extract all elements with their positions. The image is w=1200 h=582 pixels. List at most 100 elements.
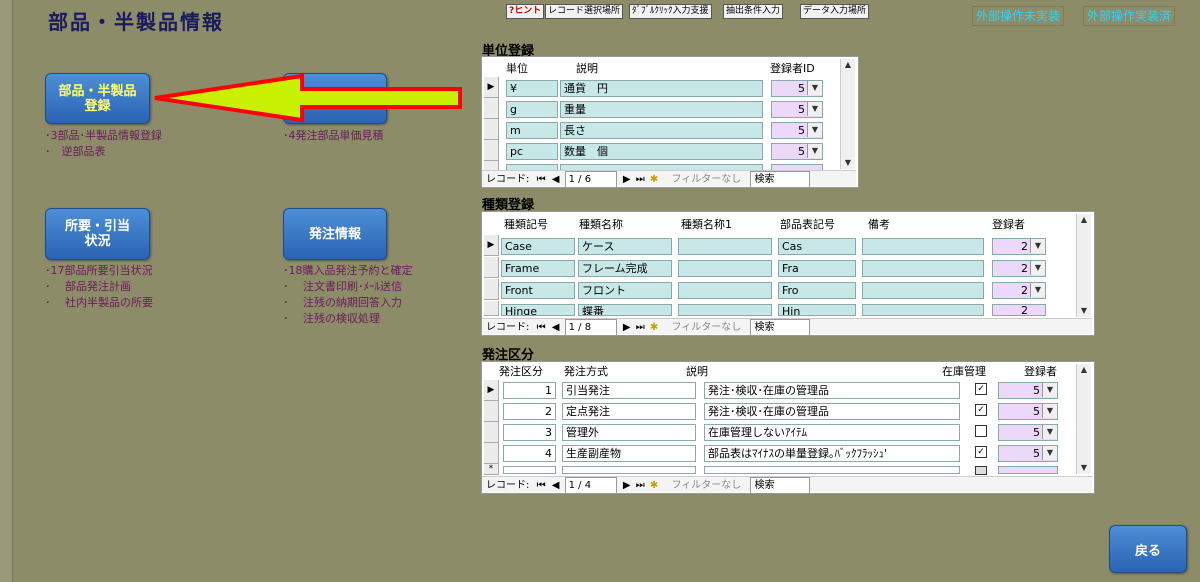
scroll-up-icon[interactable]: ▲ xyxy=(841,59,855,71)
type-name-field[interactable]: フロント xyxy=(578,282,672,299)
stock-checkbox[interactable]: ✓ xyxy=(975,404,987,416)
requirement-status-button[interactable]: 所要・引当 状況 xyxy=(45,208,150,260)
order-desc-field[interactable] xyxy=(704,466,960,474)
row-selector[interactable] xyxy=(484,98,499,119)
registrant-combo[interactable]: 5 ▼ xyxy=(998,445,1058,462)
unit-scrollbar[interactable]: ▲ ▼ xyxy=(840,59,855,169)
prev-record-icon[interactable]: ◀ xyxy=(552,320,560,335)
registrant-combo[interactable]: 5 ▼ xyxy=(771,101,823,118)
order-kbn-field[interactable]: 4 xyxy=(503,445,556,462)
chevron-down-icon[interactable]: ▼ xyxy=(1030,261,1045,275)
order-kbn-field[interactable]: 3 xyxy=(503,424,556,441)
order-method-field[interactable]: 生産副産物 xyxy=(562,445,696,462)
row-selector[interactable] xyxy=(484,422,499,443)
order-desc-field[interactable]: 部品表はﾏｲﾅｽの単量登録｡ﾊﾞｯｸﾌﾗｯｼｭ' xyxy=(704,445,960,462)
note-field[interactable] xyxy=(862,304,984,316)
registrant-combo[interactable]: 5 ▼ xyxy=(771,122,823,139)
type-name1-field[interactable] xyxy=(678,238,772,255)
record-position[interactable]: 1 / 4 xyxy=(564,477,617,494)
chevron-down-icon[interactable]: ▼ xyxy=(1042,383,1057,397)
order-desc-field[interactable]: 発注･検収･在庫の管理品 xyxy=(704,382,960,399)
type-name1-field[interactable] xyxy=(678,260,772,277)
search-input[interactable]: 検索 xyxy=(750,171,811,188)
current-record-indicator[interactable]: ▶ xyxy=(484,77,499,98)
chevron-down-icon[interactable]: ▼ xyxy=(807,81,822,95)
record-position[interactable]: 1 / 8 xyxy=(564,319,617,336)
note-field[interactable] xyxy=(862,260,984,277)
registrant-combo[interactable]: 2 xyxy=(992,304,1046,317)
stock-checkbox[interactable] xyxy=(975,425,987,437)
order-method-field[interactable]: 引当発注 xyxy=(562,382,696,399)
next-record-icon[interactable]: ▶ xyxy=(623,172,631,187)
current-record-indicator[interactable]: ▶ xyxy=(484,235,499,256)
order-desc-field[interactable]: 在庫管理しないｱｲﾃﾑ xyxy=(704,424,960,441)
prev-record-icon[interactable]: ◀ xyxy=(552,172,560,187)
next-record-icon[interactable]: ▶ xyxy=(623,320,631,335)
row-selector[interactable] xyxy=(484,140,499,161)
order-scrollbar[interactable]: ▲ ▼ xyxy=(1076,364,1091,474)
stock-checkbox[interactable]: ✓ xyxy=(975,446,987,458)
registrant-combo[interactable]: 2 ▼ xyxy=(992,238,1046,255)
unit-field[interactable]: pc xyxy=(506,143,558,160)
unit-desc-field[interactable]: 数量 個 xyxy=(560,143,763,160)
bom-code-field[interactable]: Fro xyxy=(778,282,856,299)
order-desc-field[interactable]: 発注･検収･在庫の管理品 xyxy=(704,403,960,420)
first-record-icon[interactable]: ⏮ xyxy=(537,172,546,187)
row-selector[interactable] xyxy=(484,279,499,300)
ext-implemented-button[interactable]: 外部操作実装済 xyxy=(1083,6,1176,26)
registrant-combo[interactable]: 2 ▼ xyxy=(992,260,1046,277)
last-record-icon[interactable]: ⏭ xyxy=(636,172,645,187)
order-kbn-field[interactable] xyxy=(503,466,556,474)
new-record-marker[interactable]: * xyxy=(484,464,499,475)
unit-desc-field[interactable]: 長さ xyxy=(560,122,763,139)
registrant-combo[interactable]: 5 ▼ xyxy=(771,143,823,160)
registrant-combo[interactable]: 5 ▼ xyxy=(998,424,1058,441)
back-button[interactable]: 戻る xyxy=(1109,525,1187,573)
type-name-field[interactable]: 蝶番 xyxy=(578,304,672,316)
scroll-down-icon[interactable]: ▼ xyxy=(1077,462,1091,474)
new-record-icon[interactable]: ✱ xyxy=(650,320,658,335)
chevron-down-icon[interactable]: ▼ xyxy=(807,144,822,158)
order-method-field[interactable]: 管理外 xyxy=(562,424,696,441)
data-entry-legend[interactable]: データ入力場所 xyxy=(800,4,870,19)
registrant-combo[interactable] xyxy=(998,466,1058,474)
order-info-button[interactable]: 発注情報 xyxy=(283,208,387,260)
current-record-indicator[interactable]: ▶ xyxy=(484,380,499,401)
ext-not-implemented-button[interactable]: 外部操作未実装 xyxy=(972,6,1065,26)
unit-field[interactable]: m xyxy=(506,122,558,139)
registrant-combo[interactable]: 5 ▼ xyxy=(771,80,823,97)
type-name-field[interactable]: フレーム完成 xyxy=(578,260,672,277)
filter-status[interactable]: フィルターなし xyxy=(671,172,741,187)
scroll-up-icon[interactable]: ▲ xyxy=(1077,214,1091,226)
chevron-down-icon[interactable]: ▼ xyxy=(1042,425,1057,439)
order-method-field[interactable]: 定点発注 xyxy=(562,403,696,420)
search-input[interactable]: 検索 xyxy=(750,477,811,494)
type-name1-field[interactable] xyxy=(678,304,772,316)
order-method-field[interactable] xyxy=(562,466,696,474)
unit-field[interactable]: ¥ xyxy=(506,80,558,97)
chevron-down-icon[interactable]: ▼ xyxy=(1042,404,1057,418)
row-selector[interactable] xyxy=(484,119,499,140)
row-selector[interactable] xyxy=(484,401,499,422)
type-code-field[interactable]: Hinge xyxy=(501,304,575,316)
type-scrollbar[interactable]: ▲ ▼ xyxy=(1076,214,1091,317)
new-record-icon[interactable]: ✱ xyxy=(650,478,658,493)
registrant-combo[interactable]: 2 ▼ xyxy=(992,282,1046,299)
note-field[interactable] xyxy=(862,238,984,255)
type-name-field[interactable]: ケース xyxy=(578,238,672,255)
filter-cond-legend[interactable]: 抽出条件入力 xyxy=(723,4,784,19)
chevron-down-icon[interactable]: ▼ xyxy=(807,102,822,116)
note-field[interactable] xyxy=(862,282,984,299)
chevron-down-icon[interactable]: ▼ xyxy=(1042,446,1057,460)
filter-status[interactable]: フィルターなし xyxy=(671,320,741,335)
bom-code-field[interactable]: Fra xyxy=(778,260,856,277)
double-click-legend[interactable]: ﾀﾞﾌﾞﾙｸﾘｯｸ入力支援 xyxy=(629,4,712,19)
row-selector[interactable] xyxy=(484,301,499,316)
chevron-down-icon[interactable]: ▼ xyxy=(1030,283,1045,297)
next-record-icon[interactable]: ▶ xyxy=(623,478,631,493)
stock-checkbox[interactable] xyxy=(975,466,987,475)
type-code-field[interactable]: Frame xyxy=(501,260,575,277)
unit-field[interactable]: g xyxy=(506,101,558,118)
type-name1-field[interactable] xyxy=(678,282,772,299)
bom-code-field[interactable]: Hin xyxy=(778,304,856,316)
